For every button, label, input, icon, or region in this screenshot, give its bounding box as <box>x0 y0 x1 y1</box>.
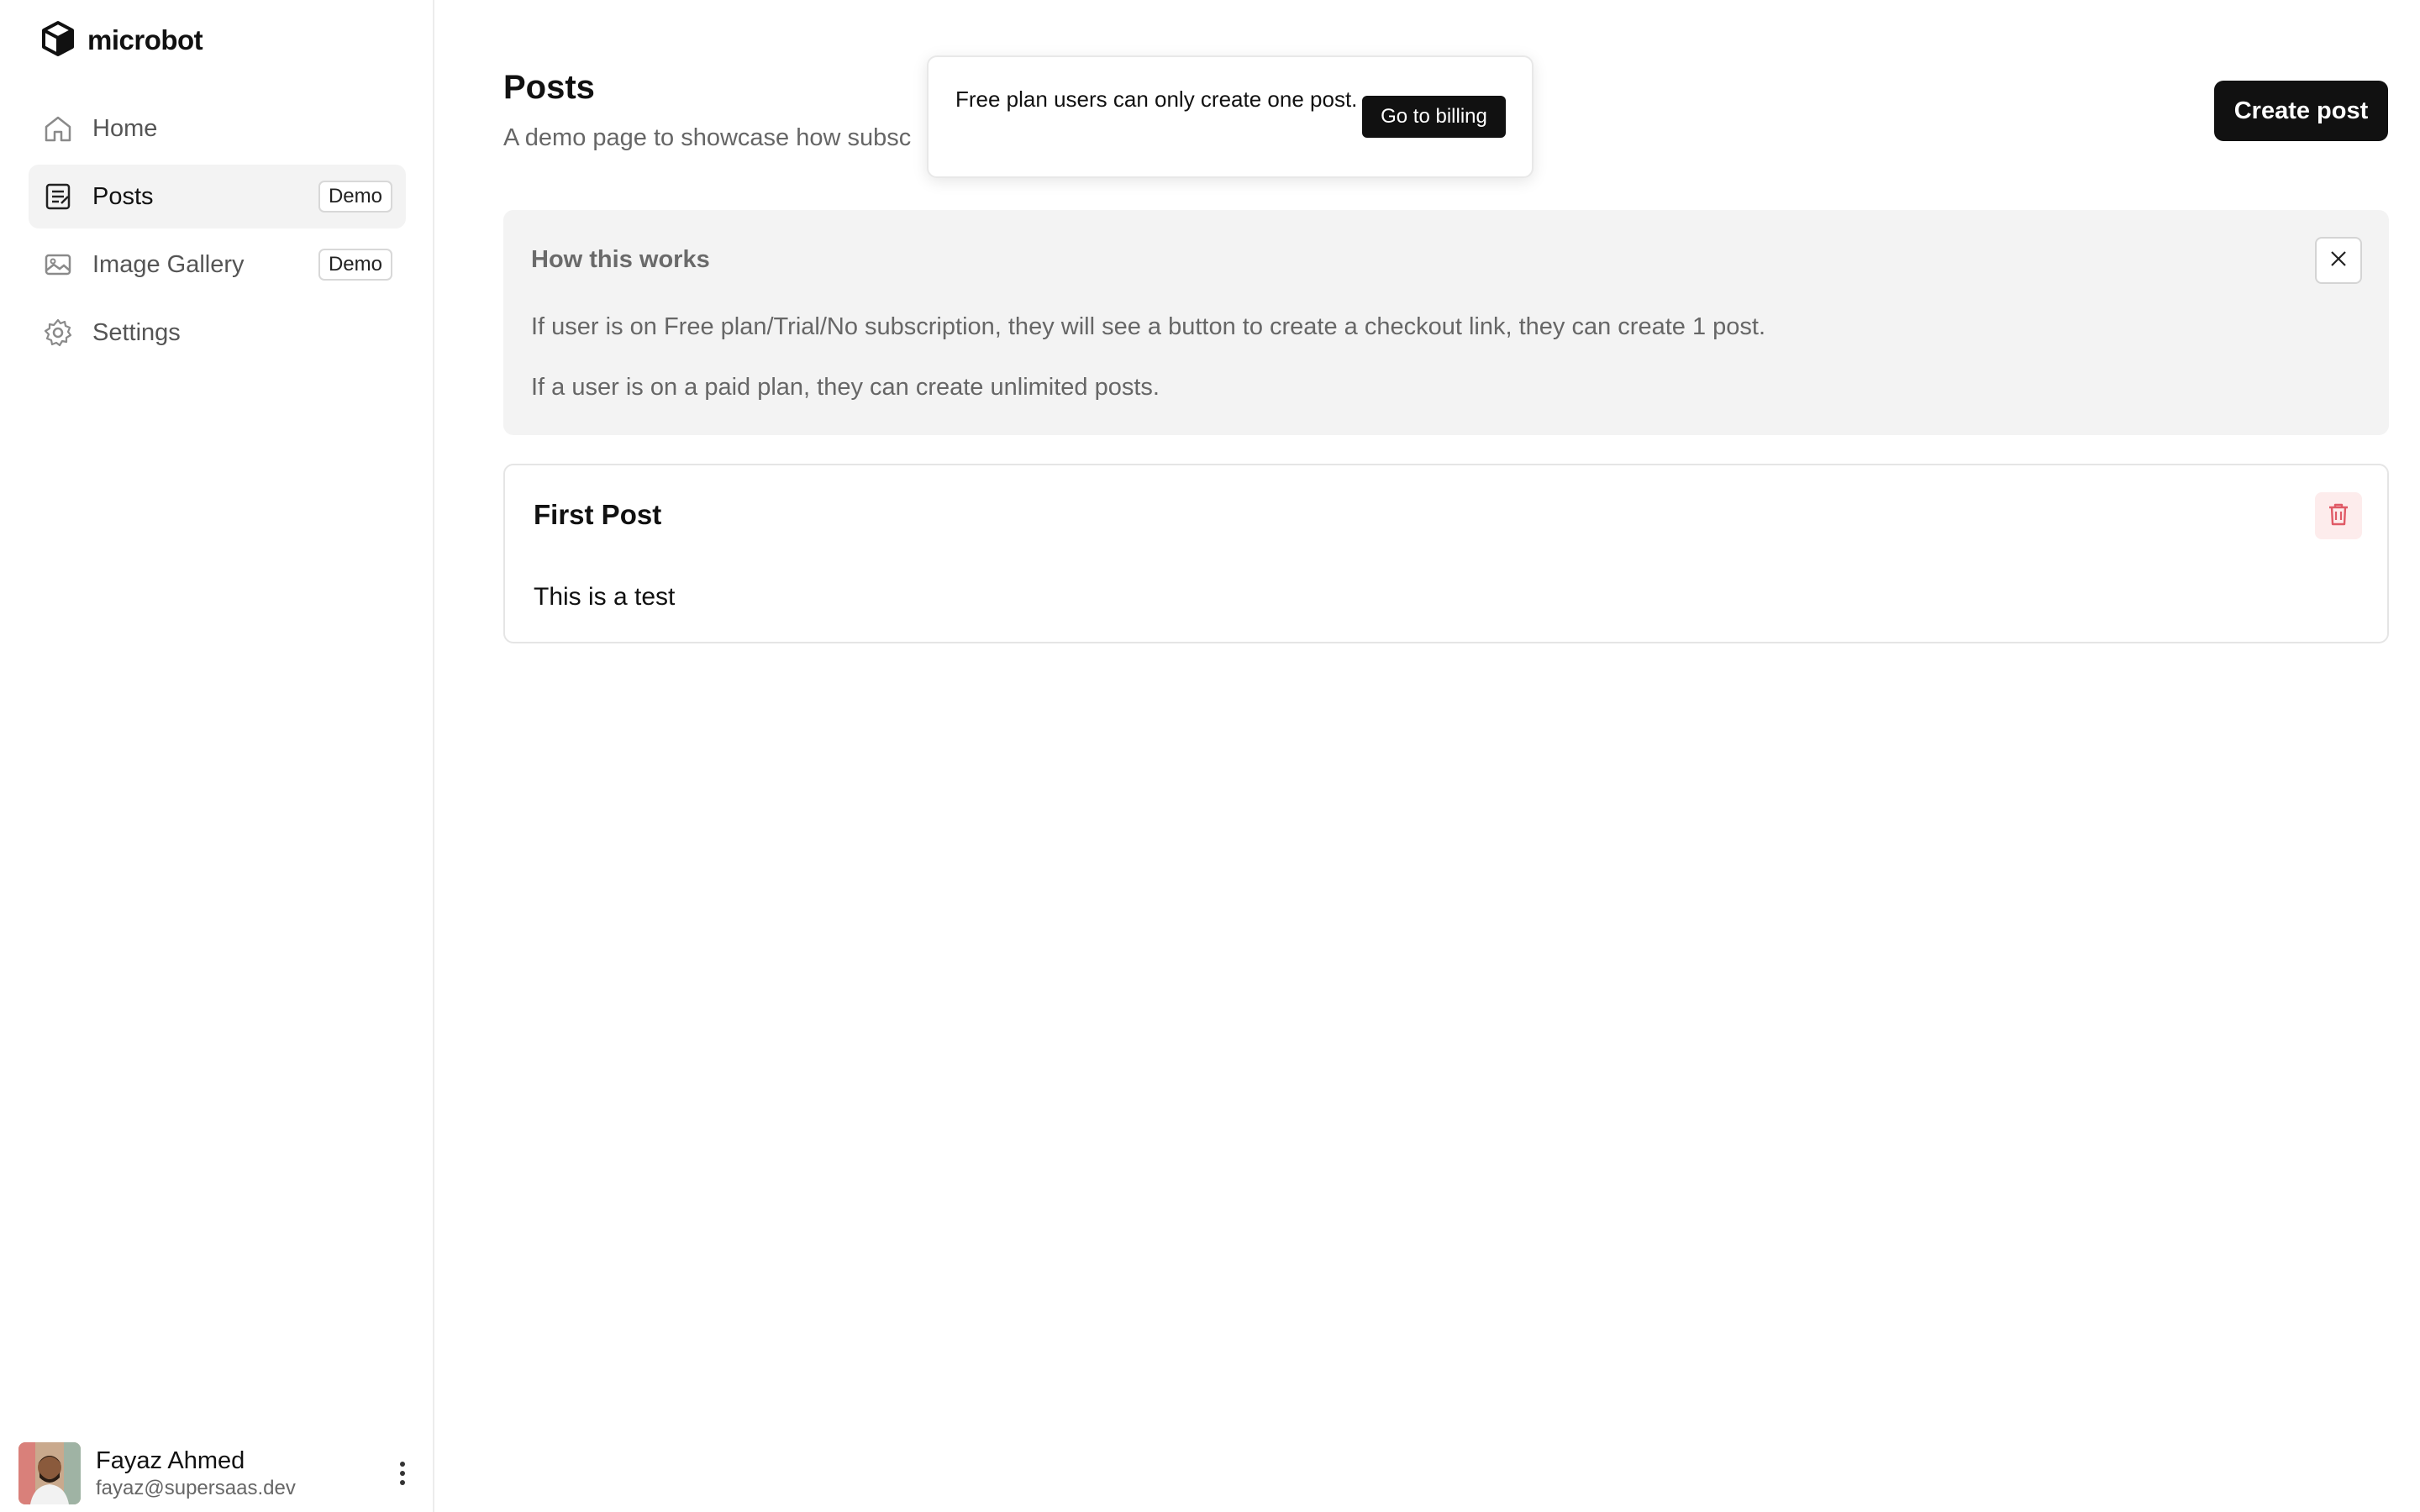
info-panel: How this works If user is on Free plan/T… <box>503 210 2389 435</box>
trash-icon <box>2327 501 2350 531</box>
post-title: First Post <box>534 499 662 530</box>
sidebar-item-label: Posts <box>92 182 154 210</box>
create-post-button[interactable]: Create post <box>2214 81 2388 141</box>
brand[interactable]: microbot <box>40 20 203 60</box>
avatar <box>18 1442 81 1504</box>
user-profile[interactable]: Fayaz Ahmed fayaz@supersaas.dev <box>18 1441 413 1505</box>
user-name: Fayaz Ahmed <box>96 1447 245 1474</box>
demo-badge: Demo <box>318 249 392 281</box>
post-card: First Post This is a test <box>503 464 2389 643</box>
user-email: fayaz@supersaas.dev <box>96 1477 296 1499</box>
demo-badge: Demo <box>318 181 392 213</box>
page-subtitle: A demo page to showcase how subsc <box>503 124 912 151</box>
sidebar-nav: Home Posts Demo Image Gallery Demo Setti… <box>29 97 406 369</box>
more-vertical-icon[interactable] <box>392 1457 413 1490</box>
toast-notification: Free plan users can only create one post… <box>927 55 1534 178</box>
cube-logo-icon <box>40 20 76 61</box>
sidebar: microbot Home Posts Demo Image Gallery D… <box>0 0 434 1512</box>
page-title: Posts <box>503 69 595 106</box>
close-icon <box>2328 249 2349 273</box>
info-text: If a user is on a paid plan, they can cr… <box>531 374 1160 401</box>
info-title: How this works <box>531 246 710 273</box>
delete-post-button[interactable] <box>2315 492 2362 539</box>
sidebar-item-posts[interactable]: Posts Demo <box>29 165 406 228</box>
gear-icon <box>42 317 74 349</box>
sidebar-item-label: Image Gallery <box>92 250 245 278</box>
sidebar-item-home[interactable]: Home <box>29 97 406 160</box>
sidebar-item-label: Home <box>92 114 158 142</box>
notepad-icon <box>42 181 74 213</box>
sidebar-item-settings[interactable]: Settings <box>29 301 406 365</box>
sidebar-item-label: Settings <box>92 318 181 346</box>
go-to-billing-button[interactable]: Go to billing <box>1362 96 1506 138</box>
post-body: This is a test <box>534 583 676 611</box>
close-button[interactable] <box>2315 237 2362 284</box>
toast-message: Free plan users can only create one post… <box>955 87 1358 112</box>
home-icon <box>42 113 74 144</box>
sidebar-item-image-gallery[interactable]: Image Gallery Demo <box>29 233 406 297</box>
image-icon <box>42 249 74 281</box>
info-text: If user is on Free plan/Trial/No subscri… <box>531 313 1766 340</box>
app-name: microbot <box>87 24 203 55</box>
